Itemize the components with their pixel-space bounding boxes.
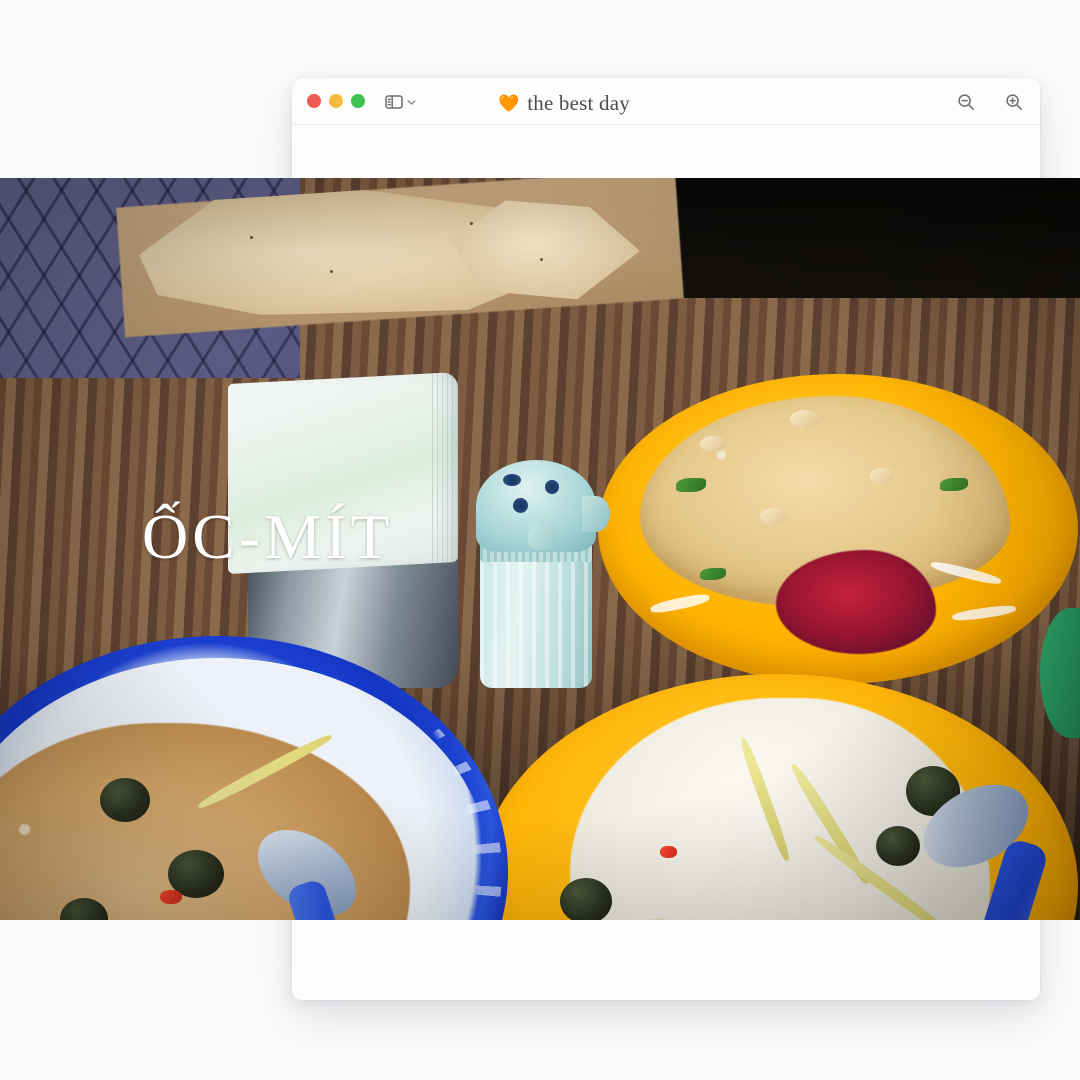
- peanut-flake: [700, 436, 726, 452]
- toothpick-dispenser-knob: [528, 524, 558, 550]
- close-button[interactable]: [307, 94, 321, 108]
- orange-heart-icon: 🧡: [498, 94, 520, 113]
- herb-leaf: [676, 478, 706, 492]
- peanut-flake: [760, 508, 788, 525]
- cracker-speck: [470, 222, 473, 225]
- cracker-speck: [540, 258, 543, 261]
- sidebar-icon: [384, 94, 404, 110]
- zoom-out-button[interactable]: [953, 89, 979, 115]
- peanut-flake: [870, 468, 894, 484]
- photo-content: ỐC-MÍT: [0, 178, 1080, 920]
- cracker-speck: [250, 236, 253, 239]
- cracker-speck: [330, 270, 333, 273]
- paper-napkins: [228, 371, 458, 575]
- window-lower-area: [292, 920, 1040, 1000]
- window-left-edge: [292, 125, 294, 178]
- peanut-flake: [790, 410, 820, 428]
- toothpick-dispenser-ear: [582, 496, 610, 532]
- zoom-in-button[interactable]: [1001, 89, 1027, 115]
- herb-leaf: [700, 568, 726, 580]
- photo-viewer-image[interactable]: ỐC-MÍT: [0, 178, 1080, 920]
- snail: [876, 826, 920, 866]
- magnifier-minus-icon: [956, 92, 976, 112]
- chevron-down-icon: [407, 99, 416, 106]
- traffic-lights: [307, 94, 365, 108]
- dispenser-slot: [503, 474, 521, 486]
- window-title-text: the best day: [527, 91, 630, 115]
- screen: 🧡 the best day ỐC-MÍT: [0, 0, 1080, 1080]
- dispenser-hole: [545, 480, 559, 494]
- chili-piece: [160, 890, 182, 904]
- herb-leaf: [940, 478, 968, 491]
- snail: [560, 878, 612, 920]
- dispenser-hole: [513, 498, 528, 513]
- maximize-button[interactable]: [351, 94, 365, 108]
- sidebar-toggle-button[interactable]: [378, 89, 422, 115]
- snail: [100, 778, 150, 822]
- minimize-button[interactable]: [329, 94, 343, 108]
- chili-piece: [660, 846, 677, 858]
- magnifier-plus-icon: [1004, 92, 1024, 112]
- window-titlebar: 🧡 the best day: [292, 78, 1040, 125]
